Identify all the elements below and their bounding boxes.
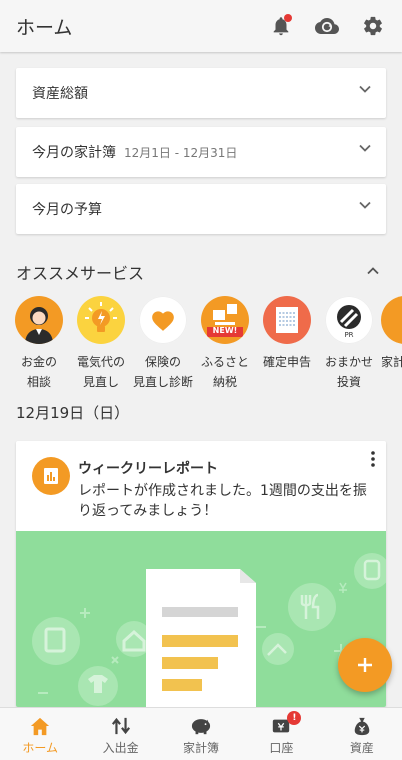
nav-label: 家計簿 <box>183 741 220 755</box>
accordion-label: 今月の家計簿 <box>32 145 116 161</box>
report-description: レポートが作成されました。1週間の支出を振り返ってみましょう！ <box>78 483 367 519</box>
bottom-navigation: ホーム 入出金 家計簿 ! 口座 資産 <box>0 707 402 760</box>
nav-assets[interactable]: 資産 <box>322 708 402 760</box>
new-badge: NEW! <box>212 326 238 335</box>
report-illustration <box>16 531 386 707</box>
service-label: おまかせ 投資 <box>324 355 373 389</box>
home-icon <box>31 717 50 736</box>
tax-return-icon <box>263 296 311 344</box>
service-insurance[interactable]: 保険の 見直し診断 <box>133 296 193 392</box>
accordion-monthly-household[interactable]: 今月の家計簿 12月1日 - 12月31日 <box>16 127 386 177</box>
plus-icon <box>358 658 372 672</box>
service-label: ふるさと 納税 <box>200 355 249 389</box>
accordion-label: 今月の予算 <box>32 202 102 218</box>
page-title: ホーム <box>16 16 73 39</box>
chevron-down-icon <box>359 201 371 209</box>
chevron-up-icon[interactable] <box>366 264 380 278</box>
service-label: 確定申告 <box>262 355 311 369</box>
accordion-label: 資産総額 <box>32 86 88 102</box>
nav-home[interactable]: ホーム <box>0 708 80 760</box>
heart-icon <box>139 296 187 344</box>
sync-button[interactable] <box>314 13 340 39</box>
notification-dot <box>284 14 292 22</box>
service-robo-invest[interactable]: PR おまかせ 投資 <box>319 296 379 392</box>
nav-label: ホーム <box>22 741 59 755</box>
accordion-total-assets[interactable]: 資産総額 <box>16 68 386 118</box>
chevron-down-icon <box>359 144 371 152</box>
service-label: 保険の 見直し診断 <box>133 355 194 389</box>
service-money-consult[interactable]: お金の 相談 <box>9 296 69 392</box>
service-label: 電気代の 見直し <box>76 355 125 389</box>
nav-label: 口座 <box>269 741 294 755</box>
more-vert-icon[interactable] <box>370 451 376 467</box>
nav-label: 入出金 <box>102 741 139 755</box>
service-tax-return[interactable]: 確定申告 <box>257 296 317 372</box>
household-icon <box>381 296 402 344</box>
nav-label: 資産 <box>349 741 374 755</box>
add-entry-button[interactable] <box>338 638 392 692</box>
gear-icon <box>364 16 382 36</box>
money-bag-icon <box>354 717 370 736</box>
account-alert-badge: ! <box>287 711 302 725</box>
chevron-down-icon <box>359 85 371 93</box>
cloud-sync-icon <box>315 18 339 34</box>
nav-household[interactable]: 家計簿 <box>161 708 241 760</box>
service-electricity[interactable]: 電気代の 見直し <box>71 296 131 392</box>
nav-accounts[interactable]: ! 口座 <box>241 708 321 760</box>
report-title: ウィークリーレポート <box>78 461 218 477</box>
settings-button[interactable] <box>360 13 386 39</box>
lightbulb-icon <box>77 296 125 344</box>
piggy-bank-icon <box>191 719 211 735</box>
service-household[interactable]: 家計 <box>381 296 402 372</box>
services-section-title: オススメサービス <box>16 264 145 283</box>
service-furusato[interactable]: NEW! ふるさと 納税 <box>195 296 255 392</box>
service-label: お金の 相談 <box>20 355 57 389</box>
robo-invest-icon: PR <box>325 296 373 344</box>
date-range: 12月1日 - 12月31日 <box>124 145 238 160</box>
transfer-icon <box>111 717 130 735</box>
pr-badge: PR <box>344 331 354 339</box>
app-header: ホーム <box>0 0 402 52</box>
timeline-date: 12月19日（日） <box>16 404 130 422</box>
furusato-icon: NEW! <box>201 296 249 344</box>
report-icon <box>32 457 70 495</box>
weekly-report-card[interactable]: ウィークリーレポート レポートが作成されました。1週間の支出を振り返ってみましょ… <box>16 441 386 707</box>
nav-transactions[interactable]: 入出金 <box>80 708 160 760</box>
accordion-monthly-budget[interactable]: 今月の予算 <box>16 184 386 234</box>
notification-button[interactable] <box>268 13 294 39</box>
advisor-icon <box>15 296 63 344</box>
service-label: 家計 <box>381 355 402 369</box>
